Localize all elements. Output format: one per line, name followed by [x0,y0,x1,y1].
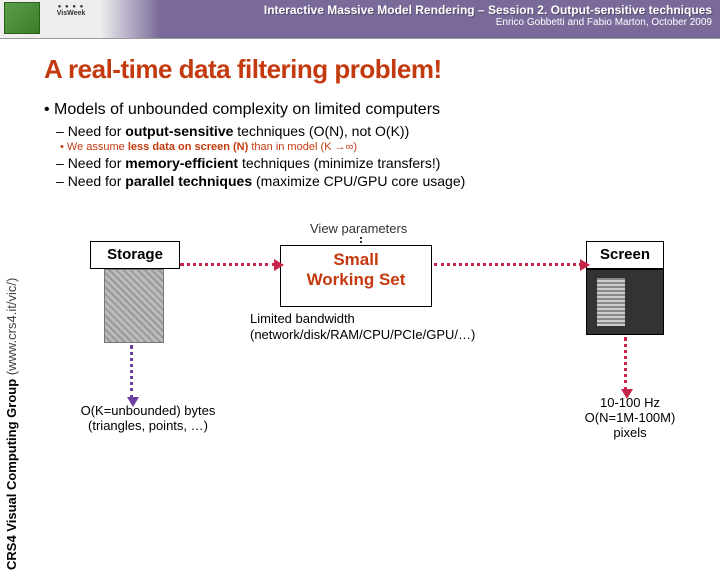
arrow-down-storage-icon [130,345,133,399]
slide-header: ● ● ● ● VisWeek Interactive Massive Mode… [0,0,720,39]
header-subtitle: Enrico Gobbetti and Fabio Marton, Octobe… [264,17,712,28]
crs4-logo-icon [4,2,40,34]
slide-title: A real-time data filtering problem! [44,54,714,85]
bandwidth-l2: (network/disk/RAM/CPU/PCIe/GPU/…) [250,327,475,343]
screen-image-icon [586,269,664,335]
bl3-l3: pixels [560,425,700,440]
sidebar: CRS4 Visual Computing Group (www.crs4.it… [0,50,28,540]
working-set-l2: Working Set [281,270,431,290]
bl3-l2: O(N=1M-100M) [560,410,700,425]
working-set-l1: Small [281,250,431,270]
subsub-bullet-list: We assume less data on screen (N) than i… [60,141,714,153]
screen-node: Screen [586,241,664,269]
storage-node: Storage [90,241,180,269]
header-title: Interactive Massive Model Rendering – Se… [264,3,712,17]
visweek-logo-icon: ● ● ● ● VisWeek [46,4,96,32]
arrow-down-screen-icon [624,337,627,391]
subsubbullet-assumption: We assume less data on screen (N) than i… [60,141,714,153]
sub-bullet-list: Need for output-sensitive techniques (O(… [56,123,714,139]
storage-image-icon [104,269,164,343]
bandwidth-l1: Limited bandwidth [250,311,475,327]
header-text: Interactive Massive Model Rendering – Se… [264,3,712,28]
sub-bullet-list-2: Need for memory-efficient techniques (mi… [56,155,714,189]
subbullet-output-sensitive: Need for output-sensitive techniques (O(… [56,123,714,139]
bottom-label-screen: 10-100 Hz O(N=1M-100M) pixels [560,395,700,440]
bottom-label-storage: O(K=unbounded) bytes (triangles, points,… [68,403,228,433]
view-parameters-label: View parameters [310,221,407,236]
bullet-l1: Models of unbounded complexity on limite… [44,101,714,119]
working-set-node: Small Working Set [280,245,432,307]
bullet-list: Models of unbounded complexity on limite… [44,101,714,119]
diagram: View parameters Storage Small Working Se… [30,203,714,463]
bl1-l1: O(K=unbounded) bytes [68,403,228,418]
group-url: (www.crs4.it/vic/) [4,278,19,379]
subbullet-memory: Need for memory-efficient techniques (mi… [56,155,714,171]
slide-content: A real-time data filtering problem! Mode… [30,42,714,536]
bandwidth-label: Limited bandwidth (network/disk/RAM/CPU/… [250,311,475,343]
group-name: CRS4 Visual Computing Group [4,379,19,570]
sidebar-attribution: CRS4 Visual Computing Group (www.crs4.it… [4,90,19,570]
bl3-l1: 10-100 Hz [560,395,700,410]
arrow-storage-to-ws-icon [180,263,276,266]
bl1-l2: (triangles, points, …) [68,418,228,433]
subbullet-parallel: Need for parallel techniques (maximize C… [56,173,714,189]
arrow-ws-to-screen-icon [434,263,582,266]
